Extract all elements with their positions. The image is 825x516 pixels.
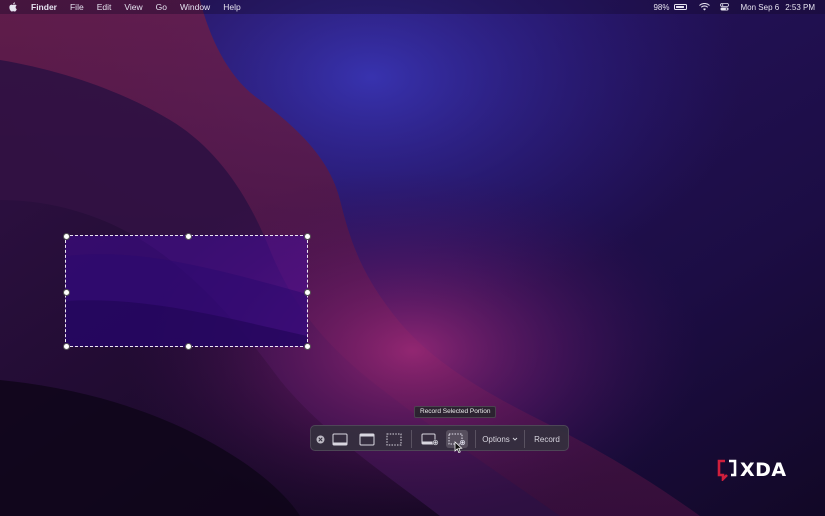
resize-handle-left[interactable] xyxy=(62,288,70,296)
resize-handle-top-right[interactable] xyxy=(303,232,311,240)
record-label: Record xyxy=(534,434,560,444)
tooltip: Record Selected Portion xyxy=(414,406,497,418)
options-button[interactable]: Options xyxy=(481,430,519,448)
menu-app-name[interactable]: Finder xyxy=(31,2,57,12)
record-entire-screen-icon xyxy=(421,433,438,445)
toolbar-separator xyxy=(411,430,412,448)
status-area: 98% Mon Sep 6 2:53 PM xyxy=(653,0,815,14)
capture-window-icon xyxy=(359,433,374,445)
battery-status[interactable]: 98% xyxy=(653,2,687,12)
capture-entire-screen-icon xyxy=(332,433,347,445)
wifi-icon[interactable] xyxy=(698,3,710,11)
resize-handle-bottom-left[interactable] xyxy=(62,342,70,350)
options-label: Options xyxy=(482,434,510,444)
resize-handle-top[interactable] xyxy=(184,232,192,240)
resize-handle-top-left[interactable] xyxy=(62,232,70,240)
resize-handle-bottom-right[interactable] xyxy=(303,342,311,350)
menu-edit[interactable]: Edit xyxy=(97,2,112,12)
menu-window[interactable]: Window xyxy=(180,2,210,12)
toolbar-separator xyxy=(475,430,476,448)
apple-menu-icon[interactable] xyxy=(9,2,21,12)
clock-date[interactable]: Mon Sep 6 xyxy=(741,3,780,12)
capture-selected-portion-button[interactable] xyxy=(383,430,404,448)
capture-window-button[interactable] xyxy=(356,430,377,448)
control-center-icon[interactable] xyxy=(719,3,729,11)
close-toolbar-button[interactable] xyxy=(314,430,326,448)
selection-rectangle[interactable] xyxy=(62,232,311,350)
mouse-cursor-icon xyxy=(454,441,463,453)
close-icon xyxy=(316,435,324,443)
menu-file[interactable]: File xyxy=(70,2,84,12)
capture-selected-portion-icon xyxy=(386,433,401,445)
menu-view[interactable]: View xyxy=(124,2,142,12)
record-entire-screen-button[interactable] xyxy=(419,430,440,448)
desktop: Finder File Edit View Go Window Help 98% xyxy=(0,0,825,516)
menu-help[interactable]: Help xyxy=(223,2,240,12)
screenshot-toolbar: Options Record xyxy=(310,425,569,451)
xda-logo-icon xyxy=(717,459,737,481)
battery-icon xyxy=(673,4,687,10)
battery-percent: 98% xyxy=(653,2,670,12)
xda-wordmark: XDA xyxy=(740,459,787,481)
toolbar-separator xyxy=(524,430,525,448)
xda-watermark: XDA xyxy=(717,459,787,481)
battery-level-fill xyxy=(675,6,685,8)
resize-handle-right[interactable] xyxy=(303,288,311,296)
menu-bar: Finder File Edit View Go Window Help 98% xyxy=(0,0,825,14)
menu-go[interactable]: Go xyxy=(156,2,167,12)
record-button[interactable]: Record xyxy=(529,430,565,448)
capture-entire-screen-button[interactable] xyxy=(329,430,350,448)
clock-time[interactable]: 2:53 PM xyxy=(785,3,815,12)
selection-wallpaper-tint xyxy=(66,254,307,346)
chevron-down-icon xyxy=(512,437,518,441)
resize-handle-bottom[interactable] xyxy=(184,342,192,350)
